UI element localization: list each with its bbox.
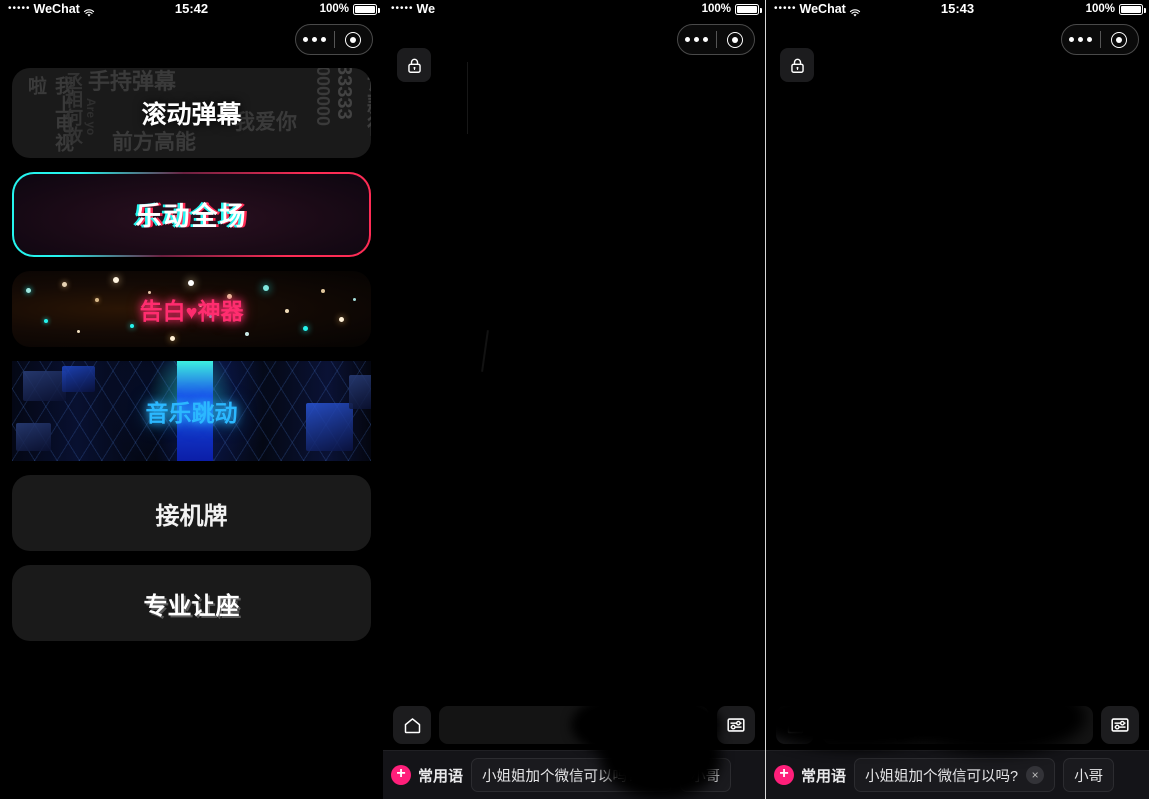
phrase-chip-text: 小姐姐加个微信可以吗?	[865, 768, 1019, 785]
battery-icon	[735, 3, 762, 15]
more-dots-icon[interactable]	[296, 37, 334, 42]
battery-icon	[1119, 3, 1146, 15]
card-music-beat[interactable]: 音乐跳动	[12, 361, 371, 461]
card-label-music-beat: 音乐跳动	[145, 400, 238, 426]
settings-button[interactable]	[717, 706, 755, 744]
card-label-music-party: 乐动全场	[135, 201, 248, 231]
home-icon	[404, 717, 420, 733]
bg-text-zeros: 000000	[313, 68, 333, 127]
plus-icon[interactable]: +	[391, 765, 411, 785]
bg-text-thanks: 谢款待	[364, 70, 371, 136]
redaction-smudge-2	[906, 680, 1086, 754]
battery-icon	[353, 3, 380, 15]
settings-button[interactable]	[1101, 706, 1139, 744]
status-bar-right: 100%	[319, 0, 380, 18]
phone-panel-1: ••••• WeChat 15:42 100% 我上电视啦 丞相何故 Are y…	[0, 0, 383, 799]
phrase-bar-label: 常用语	[801, 767, 847, 785]
add-phrase-control[interactable]: + 常用语	[774, 765, 846, 786]
status-bar: ••••• We 100%	[383, 0, 765, 18]
card-music-party-inner: 乐动全场	[14, 174, 369, 255]
lock-button[interactable]	[397, 48, 431, 82]
home-button[interactable]	[393, 706, 431, 744]
card-seat-yield[interactable]: 专业让座	[12, 565, 371, 641]
lock-icon	[790, 58, 804, 73]
block-decoration-2	[15, 423, 52, 451]
phrase-bar-label: 常用语	[418, 767, 464, 785]
heart-icon: ♥	[185, 302, 198, 324]
confession-text-b: 神器	[197, 298, 244, 324]
status-bar: ••••• WeChat 15:43 100%	[766, 0, 1149, 18]
redaction-smudge-2	[601, 715, 721, 799]
artifact-line-1	[467, 62, 468, 134]
confession-text-a: 告白	[139, 298, 186, 324]
card-confession[interactable]: 告白♥神器	[12, 271, 371, 347]
bg-text-handheld: 手持弹幕	[88, 69, 177, 94]
wechat-capsule-menu[interactable]	[677, 24, 755, 55]
block-decoration-3	[62, 366, 95, 392]
card-label-confession: 告白♥神器	[140, 292, 244, 326]
equalizer-settings-icon	[727, 718, 745, 732]
equalizer-settings-icon	[1111, 718, 1129, 732]
add-phrase-control[interactable]: + 常用语	[391, 765, 463, 786]
card-label-pickup-sign: 接机牌	[155, 501, 228, 530]
status-bar-right: 100%	[701, 0, 762, 18]
battery-percent-label: 100%	[1085, 3, 1115, 15]
bg-text-areyou: Are yo	[84, 98, 98, 136]
phone-panel-2: ••••• We 100% + 常用语 小姐姐加个微信可以吗?	[383, 0, 766, 799]
bg-text-iloveyou: 我爱你	[234, 111, 297, 134]
phrase-chip[interactable]: 小哥	[1063, 758, 1115, 792]
phrase-chip[interactable]: 小姐姐加个微信可以吗? ×	[854, 758, 1056, 792]
bg-text-chancellor: 丞相何故	[63, 72, 83, 144]
phrase-bar: + 常用语 小姐姐加个微信可以吗? × 小哥	[766, 750, 1149, 799]
phone-panel-3: ••••• WeChat 15:43 100% + 常用语 小姐姐加个微信可以吗…	[766, 0, 1149, 799]
more-dots-icon[interactable]	[678, 37, 716, 42]
status-bar: ••••• WeChat 15:42 100%	[0, 0, 383, 18]
plus-icon[interactable]: +	[774, 765, 794, 785]
artifact-line-2	[481, 330, 489, 372]
card-scrolling-danmaku[interactable]: 我上电视啦 丞相何故 Are yo 手持弹幕 前方高能 我爱你 000000 3…	[12, 68, 371, 158]
more-dots-icon[interactable]	[1062, 37, 1100, 42]
block-decoration-5	[349, 375, 371, 409]
phrase-chip-text: 小哥	[1074, 768, 1104, 785]
card-pickup-sign[interactable]: 接机牌	[12, 475, 371, 551]
target-circle-icon[interactable]	[717, 31, 755, 48]
close-icon[interactable]: ×	[1026, 766, 1045, 784]
card-label-seat-yield: 专业让座	[143, 592, 240, 620]
battery-percent-label: 100%	[701, 3, 731, 15]
card-music-party[interactable]: 乐动全场	[12, 172, 371, 257]
block-decoration-4	[306, 403, 354, 451]
signal-dots-icon: •••••	[391, 3, 414, 14]
card-label-scrolling-danmaku: 滚动弹幕	[141, 101, 242, 129]
feature-card-list: 我上电视啦 丞相何故 Are yo 手持弹幕 前方高能 我爱你 000000 3…	[0, 60, 383, 641]
battery-percent-label: 100%	[319, 3, 349, 15]
lock-button[interactable]	[780, 48, 814, 82]
bg-text-threes: 33333	[333, 68, 355, 120]
carrier-label: We	[416, 2, 436, 16]
lock-icon	[407, 58, 421, 73]
target-circle-icon[interactable]	[1101, 31, 1139, 48]
block-decoration-1	[22, 371, 66, 401]
status-bar-right: 100%	[1085, 0, 1146, 18]
target-circle-icon[interactable]	[335, 31, 373, 48]
status-bar-left: ••••• We	[391, 0, 435, 18]
screenshot-stage: ••••• WeChat 15:42 100% 我上电视啦 丞相何故 Are y…	[0, 0, 1149, 799]
wechat-capsule-menu[interactable]	[295, 24, 373, 55]
wechat-capsule-menu[interactable]	[1061, 24, 1139, 55]
